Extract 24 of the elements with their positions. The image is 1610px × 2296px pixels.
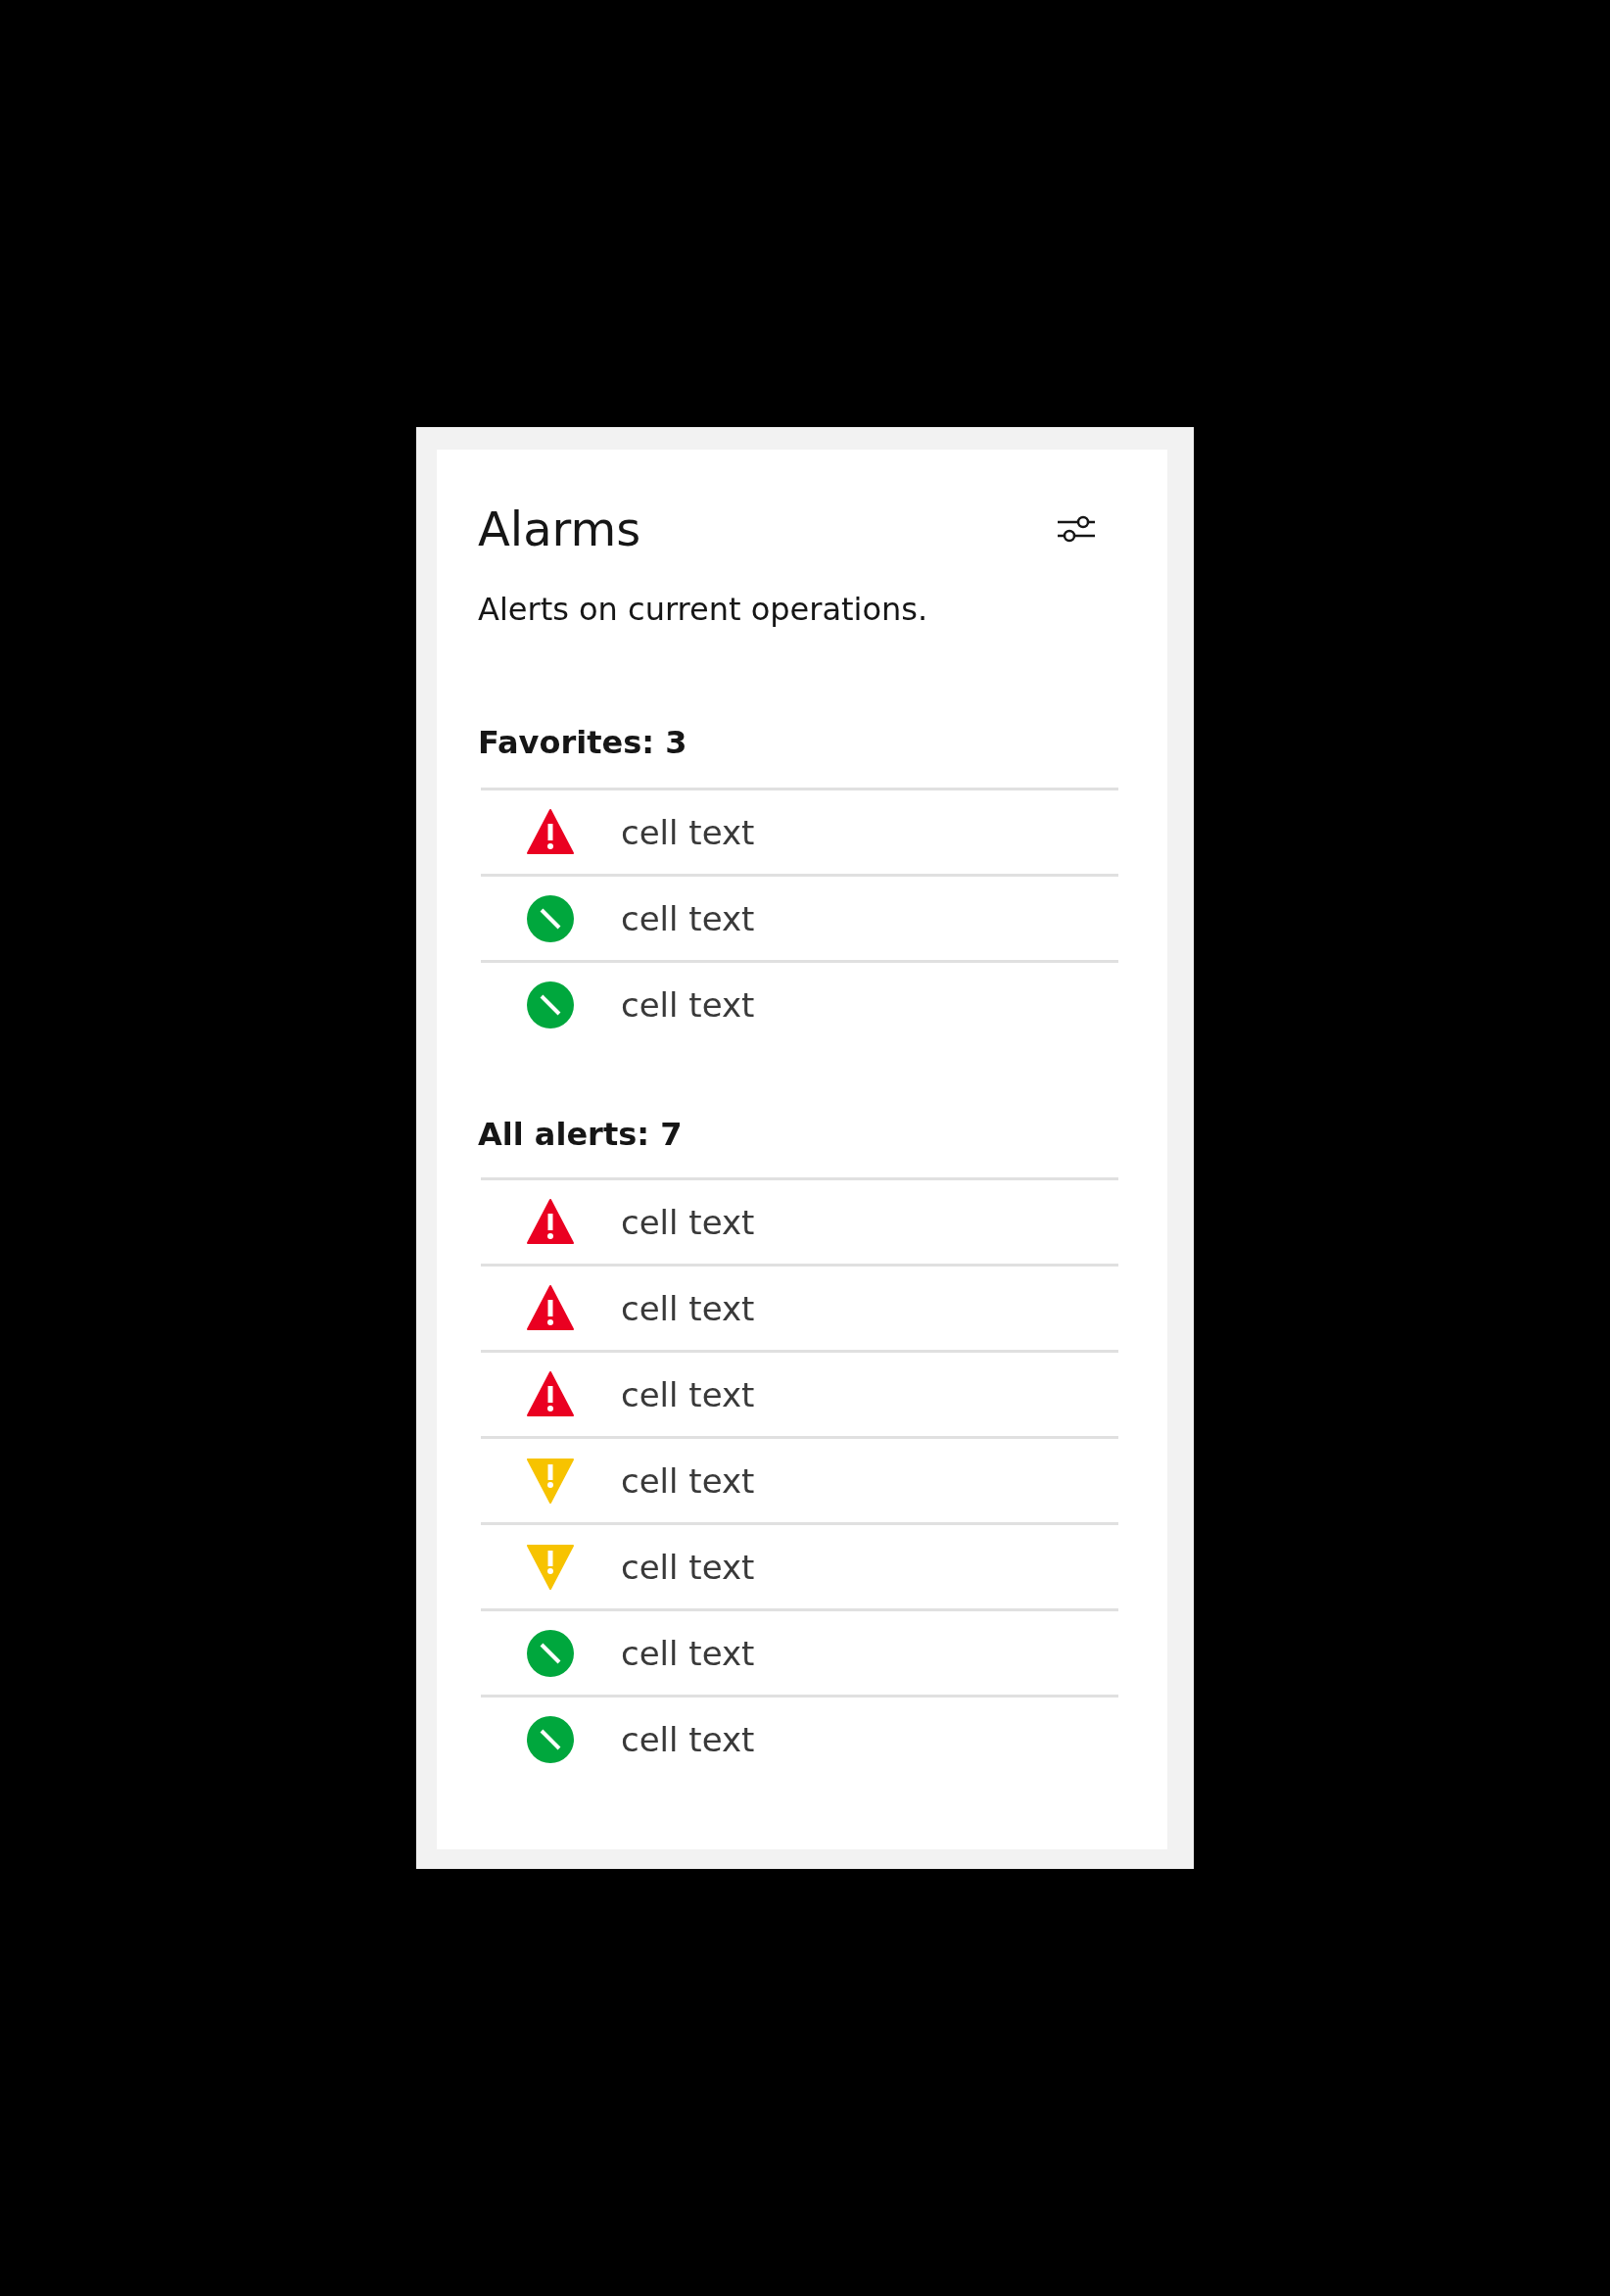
warning-triangle-icon xyxy=(526,1456,575,1506)
table-cell: cell text xyxy=(621,1374,755,1414)
table-cell: cell text xyxy=(621,984,755,1025)
section-heading: All alerts: 7 xyxy=(478,1115,684,1155)
table-cell: cell text xyxy=(621,1288,755,1328)
table-cell: cell text xyxy=(621,1547,755,1587)
table-cell: cell text xyxy=(621,1719,755,1759)
card-title: Alarms xyxy=(478,501,641,558)
warning-triangle-icon xyxy=(526,1369,575,1419)
table-cell: cell text xyxy=(621,812,755,852)
section-heading: Favorites: 3 xyxy=(478,723,688,763)
warning-triangle-icon xyxy=(526,1197,575,1247)
status-circle-icon xyxy=(526,893,575,943)
warning-triangle-icon xyxy=(526,1542,575,1592)
table-cell: cell text xyxy=(621,1202,755,1242)
warning-triangle-icon xyxy=(526,1283,575,1333)
table-cell: cell text xyxy=(621,898,755,938)
table-cell: cell text xyxy=(621,1633,755,1673)
status-circle-icon xyxy=(526,980,575,1029)
card-description: Alerts on current operations. xyxy=(478,590,929,630)
status-circle-icon xyxy=(526,1714,575,1764)
table-cell: cell text xyxy=(621,1460,755,1501)
warning-triangle-icon xyxy=(526,807,575,857)
status-circle-icon xyxy=(526,1628,575,1678)
